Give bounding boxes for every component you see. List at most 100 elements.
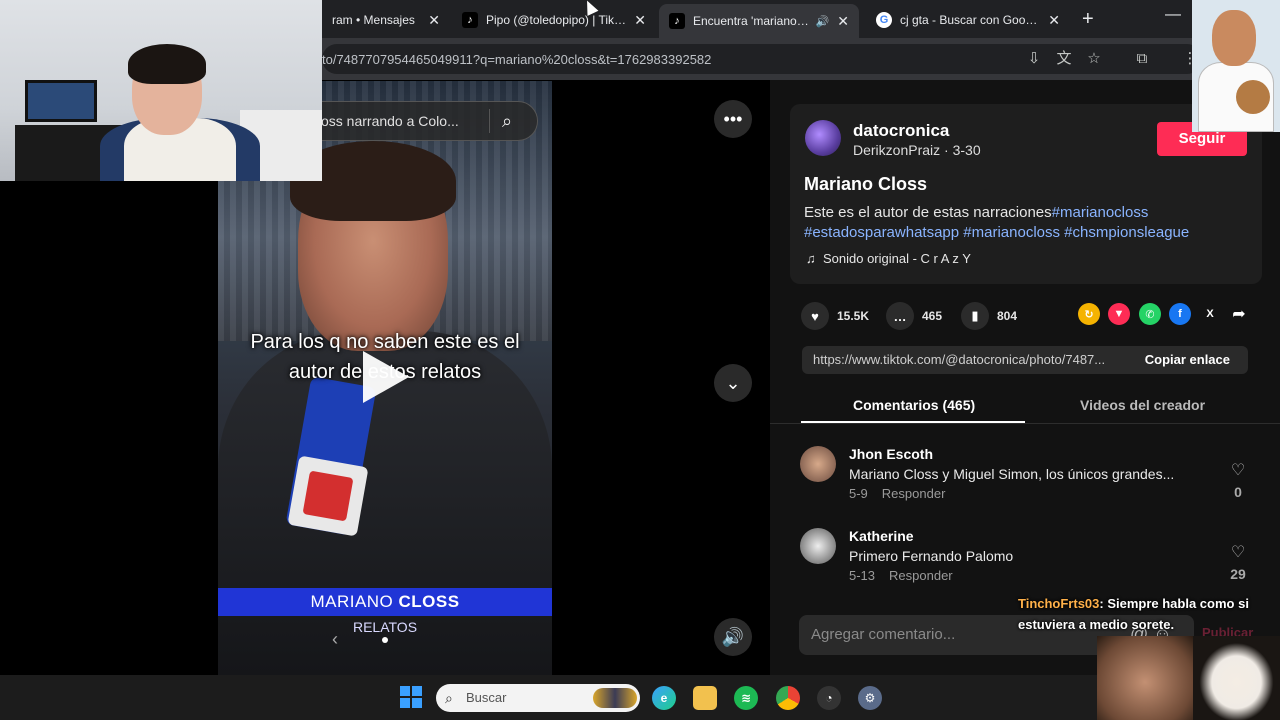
tab-creator-videos[interactable]: Videos del creador — [1080, 397, 1205, 413]
translate-icon[interactable]: 文 — [1054, 49, 1074, 69]
address-bar-row: to/7487707954465049911?q=mariano%20closs… — [322, 38, 1202, 80]
settings-icon[interactable]: ⚙ — [858, 686, 882, 710]
save-stat[interactable]: ▮ 804 — [961, 302, 1017, 330]
reaction-overlay-kid — [1097, 636, 1193, 720]
comment-date: 5-13 — [849, 568, 876, 583]
app-icon[interactable]: ◔ — [817, 686, 841, 710]
search-input[interactable]: oss narrando a Colo... — [321, 113, 481, 129]
description-text: Este es el autor de estas narraciones — [804, 204, 1052, 221]
author-name[interactable]: datocronica — [853, 121, 949, 141]
browser-tab-strip: ram • Mensajes ✕ ♪ Pipo (@toledopipo) | … — [322, 0, 1192, 38]
x-icon[interactable]: X — [1199, 303, 1221, 325]
edge-icon[interactable]: e — [652, 686, 676, 710]
google-icon: G — [876, 12, 892, 28]
tab-google[interactable]: G cj gta - Buscar con Google ✕ — [866, 6, 1070, 34]
save-count: 804 — [997, 309, 1018, 323]
facebook-icon[interactable]: f — [1169, 303, 1191, 325]
chrome-icon[interactable] — [776, 686, 800, 710]
webcam-overlay — [0, 0, 322, 181]
install-app-icon[interactable]: ⇩ — [1024, 49, 1044, 69]
heart-outline-icon[interactable]: ♡ — [1228, 460, 1248, 480]
avatar[interactable] — [805, 120, 841, 156]
tiktok-icon: ♪ — [462, 12, 478, 28]
windows-start-icon[interactable] — [400, 686, 422, 708]
comment-count: 465 — [922, 309, 943, 323]
new-tab-button[interactable]: + — [1082, 8, 1094, 31]
comment-stat[interactable]: … 465 — [886, 302, 942, 330]
cartoon-overlay — [1192, 0, 1280, 132]
close-icon[interactable]: ✕ — [428, 12, 440, 29]
hashtags[interactable]: #estadosparawhatsapp #marianocloss #chsm… — [804, 224, 1189, 241]
spotify-icon[interactable]: ≋ — [734, 686, 758, 710]
tab-instagram[interactable]: ram • Mensajes ✕ — [322, 6, 450, 34]
whatsapp-icon[interactable]: ✆ — [1139, 303, 1161, 325]
search-highlight-image — [593, 688, 637, 708]
stream-chat-message: TinchoFrts03: Siempre habla como si estu… — [1018, 593, 1274, 635]
comment-item: Katherine Primero Fernando Palomo 5-13 Re… — [800, 528, 1260, 598]
tab-title: Pipo (@toledopipo) | TikTok — [486, 13, 627, 27]
search-icon[interactable]: ⌕ — [502, 111, 512, 132]
sound-label[interactable]: ♫ Sonido original - C r A z Y — [806, 251, 971, 266]
more-options-icon[interactable]: ••• — [714, 100, 752, 138]
reaction-overlay-puppet — [1193, 636, 1280, 720]
close-icon[interactable]: ✕ — [837, 13, 849, 30]
lower-third-sub: RELATOS — [352, 619, 418, 635]
comment-meta: 5-13 Responder — [849, 568, 953, 583]
cartoon-face — [1212, 10, 1256, 66]
divider — [489, 109, 490, 133]
comment-like-count: 29 — [1230, 566, 1246, 582]
music-note-icon: ♫ — [806, 251, 816, 266]
bookmark-star-icon[interactable]: ☆ — [1084, 49, 1104, 69]
comment-icon[interactable]: … — [886, 302, 914, 330]
avatar[interactable] — [800, 446, 836, 482]
file-explorer-icon[interactable] — [693, 686, 717, 710]
hashtag[interactable]: #marianocloss — [1052, 204, 1149, 221]
heart-icon[interactable]: ♥ — [801, 302, 829, 330]
monitor — [25, 80, 97, 122]
share-link-row: https://www.tiktok.com/@datocronica/phot… — [802, 346, 1248, 374]
tab-encuentra[interactable]: ♪ Encuentra 'mariano closs' 🔊 ✕ — [659, 4, 859, 38]
extensions-icon[interactable]: ⧉ — [1132, 49, 1152, 69]
tab-comments[interactable]: Comentarios (465) — [853, 397, 975, 413]
comment-date: 5-9 — [849, 486, 868, 501]
repost-icon[interactable]: ↻ — [1078, 303, 1100, 325]
bookmark-icon[interactable]: ▮ — [961, 302, 989, 330]
tab-title: cj gta - Buscar con Google — [900, 13, 1041, 27]
comment-text: Primero Fernando Palomo — [849, 548, 1014, 564]
like-stat[interactable]: ♥ 15.5K — [801, 302, 869, 330]
author-sub: DerikzonPraiz · 3-30 — [853, 142, 981, 158]
search-icon: ⌕ — [445, 690, 453, 706]
send-icon[interactable]: ▼ — [1108, 303, 1130, 325]
chevron-down-icon[interactable]: ⌄ — [714, 364, 752, 402]
avatar[interactable] — [800, 528, 836, 564]
close-icon[interactable]: ✕ — [1048, 12, 1060, 29]
comment-author[interactable]: Katherine — [849, 528, 914, 544]
tab-pipo[interactable]: ♪ Pipo (@toledopipo) | TikTok ✕ — [452, 6, 656, 34]
comment-text: Mariano Closs y Miguel Simon, los únicos… — [849, 466, 1175, 482]
share-link[interactable]: https://www.tiktok.com/@datocronica/phot… — [813, 352, 1131, 367]
taskbar-search-label: Buscar — [466, 690, 507, 705]
url-text: to/7487707954465049911?q=mariano%20closs… — [322, 51, 712, 67]
carousel-dot[interactable] — [382, 637, 388, 643]
taskbar-search[interactable]: ⌕ Buscar — [436, 684, 640, 712]
copy-link-button[interactable]: Copiar enlace — [1145, 352, 1230, 367]
reply-button[interactable]: Responder — [882, 486, 946, 501]
post-title: Mariano Closs — [804, 174, 928, 194]
panel-tabs: Comentarios (465) Videos del creador — [770, 390, 1280, 424]
teddy-bear — [1236, 80, 1270, 114]
screen: ram • Mensajes ✕ ♪ Pipo (@toledopipo) | … — [0, 0, 1280, 720]
chevron-left-icon[interactable]: ‹ — [332, 629, 338, 650]
windows-taskbar — [0, 675, 1280, 720]
streamer-hair — [128, 44, 206, 84]
minimize-icon[interactable]: — — [1165, 6, 1181, 24]
reply-button[interactable]: Responder — [889, 568, 953, 583]
close-icon[interactable]: ✕ — [634, 12, 646, 29]
volume-icon[interactable]: 🔊 — [714, 618, 752, 656]
speaker-icon[interactable]: 🔊 — [816, 15, 830, 28]
lower-third-first: MARIANO — [310, 592, 399, 611]
comment-author[interactable]: Jhon Escoth — [849, 446, 933, 462]
play-icon[interactable] — [363, 351, 409, 403]
heart-outline-icon[interactable]: ♡ — [1228, 542, 1248, 562]
comment-item: Jhon Escoth Mariano Closs y Miguel Simon… — [800, 446, 1260, 516]
share-arrow-icon[interactable]: ➦ — [1228, 303, 1250, 325]
